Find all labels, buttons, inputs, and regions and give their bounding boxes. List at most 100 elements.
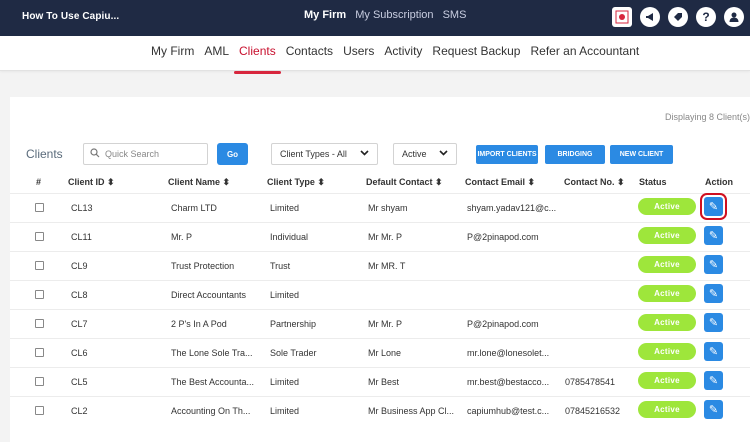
header-default-contact[interactable]: Default Contact ⬍ <box>366 177 443 188</box>
app-title[interactable]: How To Use Capiu... <box>22 11 119 22</box>
displaying-count: Displaying 8 Client(s) <box>664 112 750 122</box>
header-client-name[interactable]: Client Name ⬍ <box>168 177 230 188</box>
top-icons: ? <box>612 7 744 27</box>
contact-no: 07845216532 <box>565 406 621 416</box>
pencil-icon: ✎ <box>708 346 719 358</box>
client-type: Limited <box>270 290 300 300</box>
row-checkbox[interactable] <box>35 406 44 415</box>
chevron-down-icon <box>439 148 448 159</box>
edit-button[interactable]: ✎ <box>704 197 723 216</box>
subnav-my-firm[interactable]: My Firm <box>151 44 194 68</box>
search-icon <box>90 148 100 161</box>
subnav-refer-an-accountant[interactable]: Refer an Accountant <box>530 44 639 68</box>
client-name[interactable]: The Best Accounta... <box>171 377 254 387</box>
client-type: Individual <box>270 232 309 242</box>
megaphone-icon[interactable] <box>640 7 660 27</box>
header-contact-no[interactable]: Contact No. ⬍ <box>564 177 625 188</box>
top-nav: My Firm My Subscription SMS <box>304 9 472 21</box>
subnav-aml[interactable]: AML <box>204 44 229 68</box>
table-row: CL9 Trust Protection Trust Mr MR. T Acti… <box>10 251 750 280</box>
row-checkbox[interactable] <box>35 377 44 386</box>
client-id: CL13 <box>71 203 93 213</box>
client-type: Limited <box>270 203 300 213</box>
client-name[interactable]: Accounting On Th... <box>171 406 250 416</box>
client-types-select[interactable]: Client Types - All <box>271 143 378 165</box>
client-id: CL5 <box>71 377 88 387</box>
subnav-request-backup[interactable]: Request Backup <box>432 44 520 68</box>
edit-button[interactable]: ✎ <box>704 313 723 332</box>
help-icon[interactable]: ? <box>696 7 716 27</box>
default-contact: Mr Best <box>368 377 400 387</box>
client-name[interactable]: 2 P's In A Pod <box>171 319 227 329</box>
flag-icon[interactable] <box>612 7 632 27</box>
status-badge: Active <box>638 401 696 418</box>
table-row: CL7 2 P's In A Pod Partnership Mr Mr. P … <box>10 309 750 338</box>
tag-icon[interactable] <box>668 7 688 27</box>
client-name[interactable]: Direct Accountants <box>171 290 246 300</box>
subnav-clients[interactable]: Clients <box>234 44 281 74</box>
table-row: CL6 The Lone Sole Tra... Sole Trader Mr … <box>10 338 750 367</box>
subnav-contacts[interactable]: Contacts <box>286 44 333 68</box>
search-placeholder: Quick Search <box>105 149 160 159</box>
table-row: CL2 Accounting On Th... Limited Mr Busin… <box>10 396 750 425</box>
header-action: Action <box>705 177 733 187</box>
sub-nav: My Firm AML Clients Contacts Users Activ… <box>0 36 750 74</box>
client-id: CL6 <box>71 348 88 358</box>
status-filter-select[interactable]: Active <box>393 143 457 165</box>
client-name[interactable]: Mr. P <box>171 232 192 242</box>
pencil-icon: ✎ <box>708 404 719 416</box>
header-client-id[interactable]: Client ID ⬍ <box>68 177 115 188</box>
contact-email: mr.lone@lonesolet... <box>467 348 550 358</box>
row-checkbox[interactable] <box>35 290 44 299</box>
table-row: CL13 Charm LTD Limited Mr shyam shyam.ya… <box>10 193 750 222</box>
edit-button[interactable]: ✎ <box>704 226 723 245</box>
pencil-icon: ✎ <box>708 375 719 387</box>
pencil-icon: ✎ <box>708 230 719 242</box>
row-checkbox[interactable] <box>35 232 44 241</box>
edit-button[interactable]: ✎ <box>704 284 723 303</box>
import-clients-button[interactable]: IMPORT CLIENTS <box>476 145 538 164</box>
bridging-button[interactable]: BRIDGING <box>545 145 605 164</box>
edit-button[interactable]: ✎ <box>704 255 723 274</box>
contact-email: capiumhub@test.c... <box>467 406 550 416</box>
user-icon[interactable] <box>724 7 744 27</box>
header-hash: # <box>36 177 42 187</box>
status-badge: Active <box>638 372 696 389</box>
edit-button[interactable]: ✎ <box>704 371 723 390</box>
edit-button[interactable]: ✎ <box>704 400 723 419</box>
status-badge: Active <box>638 256 696 273</box>
header-client-type[interactable]: Client Type ⬍ <box>267 177 325 188</box>
client-name[interactable]: The Lone Sole Tra... <box>171 348 253 358</box>
row-checkbox[interactable] <box>35 348 44 357</box>
row-checkbox[interactable] <box>35 203 44 212</box>
row-checkbox[interactable] <box>35 261 44 270</box>
subnav-activity[interactable]: Activity <box>384 44 422 68</box>
go-button[interactable]: Go <box>217 143 248 165</box>
client-name[interactable]: Trust Protection <box>171 261 234 271</box>
default-contact: Mr Mr. P <box>368 319 402 329</box>
topnav-my-firm[interactable]: My Firm <box>304 9 346 21</box>
default-contact: Mr MR. T <box>368 261 406 271</box>
top-bar: How To Use Capiu... My Firm My Subscript… <box>0 0 750 36</box>
subnav-users[interactable]: Users <box>343 44 374 68</box>
header-contact-email[interactable]: Contact Email ⬍ <box>465 177 535 188</box>
client-types-value: Client Types - All <box>280 149 347 159</box>
client-type: Limited <box>270 406 300 416</box>
contact-email: shyam.yadav121@c... <box>467 203 557 213</box>
default-contact: Mr Lone <box>368 348 402 358</box>
search-input[interactable]: Quick Search <box>83 143 208 165</box>
edit-button[interactable]: ✎ <box>704 342 723 361</box>
contact-no: 0785478541 <box>565 377 616 387</box>
client-name[interactable]: Charm LTD <box>171 203 217 213</box>
pencil-icon: ✎ <box>708 288 719 300</box>
new-client-button[interactable]: NEW CLIENT <box>610 145 673 164</box>
topnav-sms[interactable]: SMS <box>443 9 467 21</box>
row-checkbox[interactable] <box>35 319 44 328</box>
chevron-down-icon <box>360 148 369 159</box>
topnav-my-subscription[interactable]: My Subscription <box>355 9 433 21</box>
pencil-icon: ✎ <box>708 201 719 213</box>
pencil-icon: ✎ <box>708 317 719 329</box>
contact-email: mr.best@bestacco... <box>467 377 550 387</box>
default-contact: Mr Business App Cl... <box>368 406 455 416</box>
client-type: Trust <box>270 261 291 271</box>
